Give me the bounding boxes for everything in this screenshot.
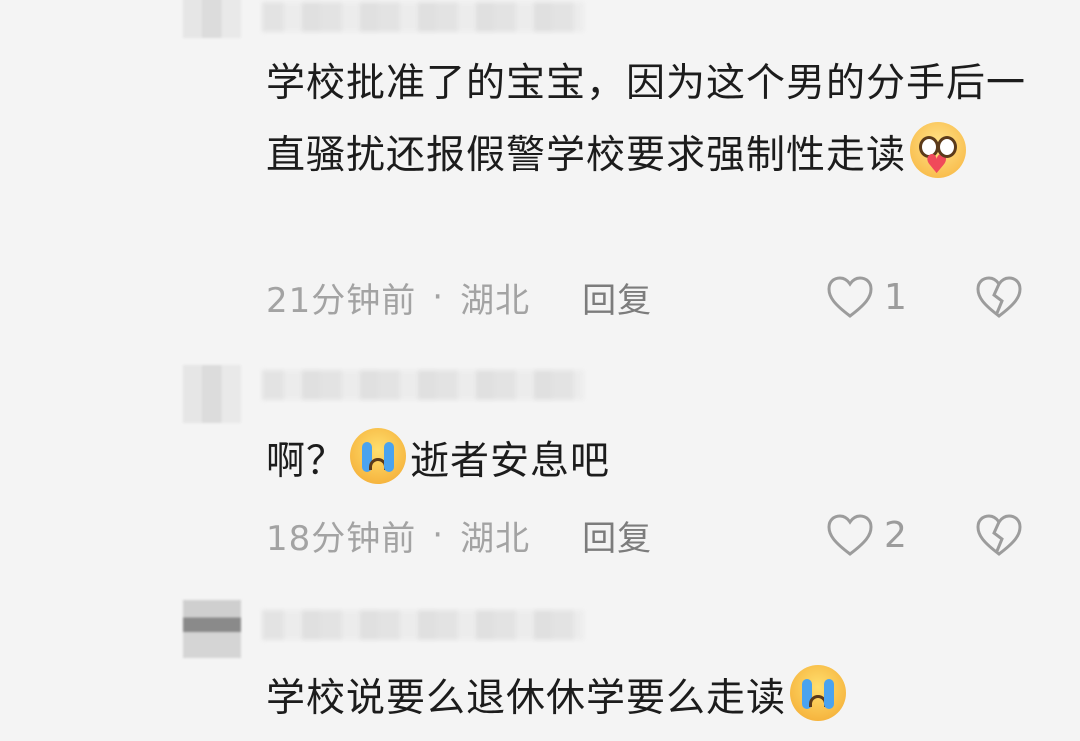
comment-meta: 21分钟前 · 湖北 回复: [266, 272, 652, 322]
reply-button[interactable]: 回复: [582, 273, 652, 322]
separator: ·: [432, 515, 445, 555]
comment-text: 啊？ 逝者安息吧: [266, 426, 1046, 498]
avatar[interactable]: [183, 0, 241, 38]
comment-text: 学校说要么退休休学要么走读: [266, 663, 1046, 735]
username-blurred[interactable]: [262, 2, 584, 32]
like-button[interactable]: 1: [826, 272, 907, 322]
location: 湖北: [460, 280, 531, 321]
crying-emoji-icon: [350, 428, 407, 484]
avatar[interactable]: [183, 365, 241, 423]
like-count: 1: [884, 276, 907, 318]
username-blurred[interactable]: [262, 610, 584, 640]
like-button[interactable]: 2: [826, 510, 907, 560]
timestamp: 21分钟前: [266, 280, 417, 321]
broken-heart-icon[interactable]: [975, 275, 1023, 319]
reply-button[interactable]: 回复: [582, 511, 652, 560]
separator: ·: [432, 277, 445, 317]
username-blurred[interactable]: [262, 370, 584, 400]
broken-heart-icon[interactable]: [975, 513, 1023, 557]
comment-text: 学校批准了的宝宝，因为这个男的分手后一直骚扰还报假警学校要求强制性走读 ♥: [266, 61, 1027, 180]
location: 湖北: [460, 518, 531, 559]
comment-meta: 18分钟前 · 湖北 回复: [266, 510, 652, 560]
avatar[interactable]: [183, 600, 241, 658]
like-count: 2: [884, 514, 907, 556]
timestamp: 18分钟前: [266, 518, 417, 559]
crying-emoji-icon: [790, 665, 847, 721]
heart-hug-emoji-icon: ♥: [910, 122, 967, 178]
heart-icon: [827, 276, 873, 318]
heart-icon: [827, 514, 873, 556]
